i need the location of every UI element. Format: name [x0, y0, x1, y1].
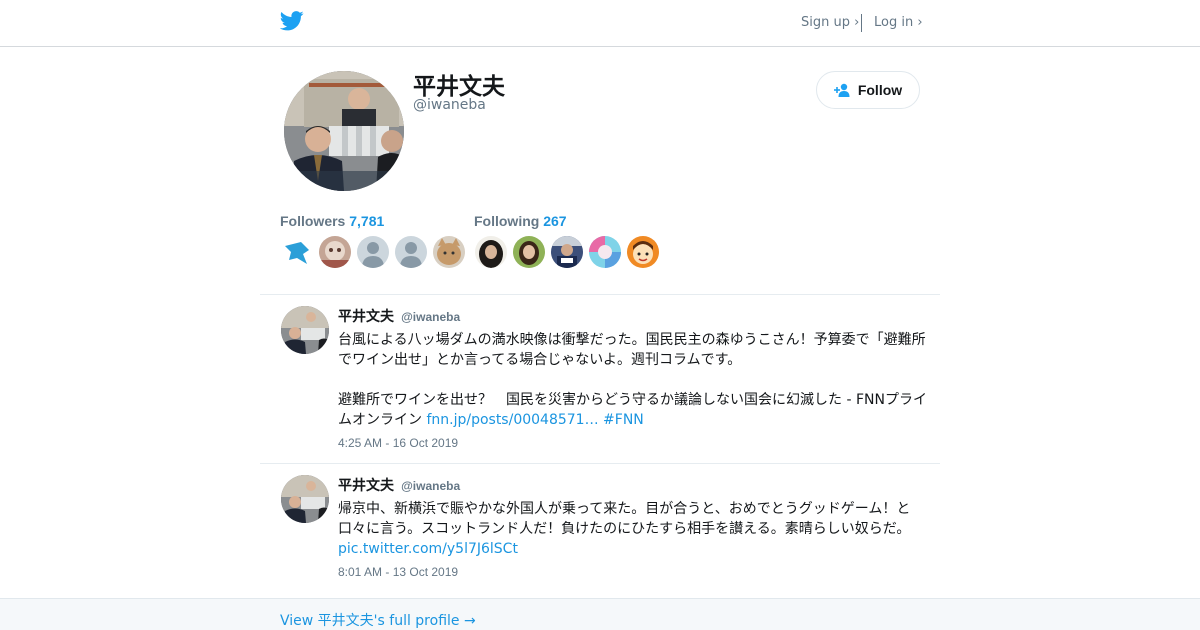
profile-avatar-image: [284, 71, 404, 191]
tweet-timestamp[interactable]: 4:25 AM - 16 Oct 2019: [338, 436, 458, 450]
top-bar: Sign up › Log in ›: [0, 0, 1200, 47]
tweet-paragraph: 避難所でワインを出せ？ 国民を災害からどう守るか議論しない国会に幻滅した - F…: [338, 390, 928, 430]
follower-avatar[interactable]: [319, 236, 351, 268]
followers-label: Followers: [280, 213, 346, 229]
follower-avatar[interactable]: [357, 236, 389, 268]
tweet-hashtag[interactable]: #FNN: [603, 412, 644, 428]
following-avatar[interactable]: [551, 236, 583, 268]
tweet-header: 平井文夫 @iwaneba: [338, 306, 460, 326]
add-user-icon: [833, 83, 850, 97]
log-in-link[interactable]: Log in ›: [874, 15, 923, 30]
following-avatar[interactable]: [589, 236, 621, 268]
tweet-text: 帰京中、新横浜で賑やかな外国人が乗って来た。目が合うと、おめでとうグッドゲーム！…: [338, 499, 928, 559]
tweet-timestamp[interactable]: 8:01 AM - 13 Oct 2019: [338, 565, 458, 579]
following-avatar[interactable]: [513, 236, 545, 268]
profile-handle: @iwaneba: [413, 97, 486, 113]
tweet-author-name[interactable]: 平井文夫: [338, 478, 394, 494]
tweet-header: 平井文夫 @iwaneba: [338, 475, 460, 495]
tweet-author-handle[interactable]: @iwaneba: [401, 479, 460, 493]
follower-avatar[interactable]: [395, 236, 427, 268]
followers-count: 7,781: [349, 213, 385, 229]
following-avatar[interactable]: [627, 236, 659, 268]
following-avatar-list: [475, 236, 659, 268]
tweet-paragraph: 台風による八ッ場ダムの満水映像は衝撃だった。国民民主の森ゆうこさん！予算委で「避…: [338, 332, 926, 368]
tweet-text: 台風による八ッ場ダムの満水映像は衝撃だった。国民民主の森ゆうこさん！予算委で「避…: [338, 330, 928, 430]
sign-up-link[interactable]: Sign up ›: [801, 15, 859, 30]
followers-stat[interactable]: Followers 7,781: [280, 213, 384, 229]
tweet[interactable]: 平井文夫 @iwaneba 帰京中、新横浜で賑やかな外国人が乗って来た。目が合う…: [260, 475, 940, 585]
tweet-media-link[interactable]: pic.twitter.com/y5l7J6lSCt: [338, 541, 518, 557]
tweet-author-name[interactable]: 平井文夫: [338, 309, 394, 325]
section-divider: [260, 294, 940, 295]
tweet-paragraph: 帰京中、新横浜で賑やかな外国人が乗って来た。目が合うと、おめでとうグッドゲーム！…: [338, 501, 911, 537]
profile-name: 平井文夫: [413, 74, 505, 100]
follow-button-label: Follow: [857, 82, 903, 98]
view-full-profile-link[interactable]: View 平井文夫's full profile →: [280, 610, 476, 630]
following-stat[interactable]: Following 267: [474, 213, 567, 229]
follower-avatar[interactable]: [433, 236, 465, 268]
tweet-author-avatar[interactable]: [281, 475, 329, 523]
tweet[interactable]: 平井文夫 @iwaneba 台風による八ッ場ダムの満水映像は衝撃だった。国民民主…: [260, 306, 940, 456]
footer-bar: View 平井文夫's full profile →: [0, 598, 1200, 630]
twitter-bird-icon[interactable]: [280, 11, 304, 31]
followers-avatar-list: [281, 236, 465, 268]
tweet-author-handle[interactable]: @iwaneba: [401, 310, 460, 324]
tweet-author-avatar[interactable]: [281, 306, 329, 354]
nav-separator: [861, 14, 862, 32]
following-count: 267: [543, 213, 567, 229]
follow-button[interactable]: Follow: [816, 71, 920, 109]
following-avatar[interactable]: [475, 236, 507, 268]
following-label: Following: [474, 213, 540, 229]
follower-avatar[interactable]: [281, 236, 313, 268]
tweet-link[interactable]: fnn.jp/posts/00048571…: [426, 412, 598, 428]
tweet-divider: [260, 463, 940, 464]
profile-avatar[interactable]: [284, 71, 404, 191]
